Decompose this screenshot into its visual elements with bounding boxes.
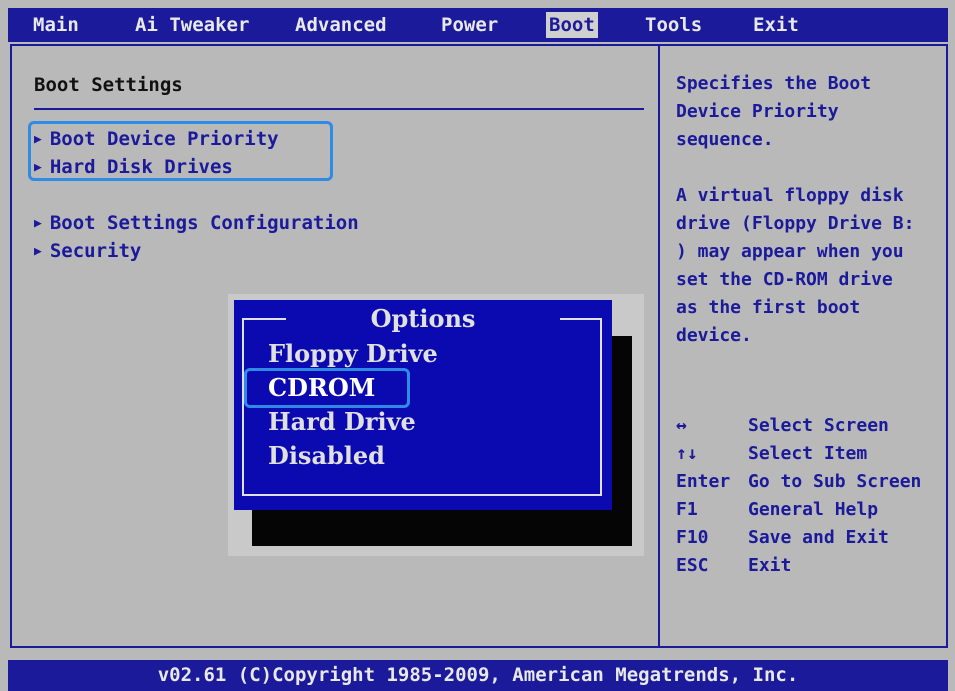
menu-tab-boot[interactable]: Boot bbox=[546, 12, 598, 38]
menu-entry-label: Security bbox=[49, 240, 142, 262]
submenu-arrow-icon: ▶ bbox=[34, 216, 42, 231]
security-item[interactable]: ▶ Security bbox=[34, 238, 141, 264]
key-description: Select Screen bbox=[748, 415, 889, 436]
menu-tab-exit[interactable]: Exit bbox=[750, 12, 802, 38]
bios-screen: Main Ai Tweaker Advanced Power Boot Tool… bbox=[0, 0, 955, 691]
top-menu-bar: Main Ai Tweaker Advanced Power Boot Tool… bbox=[8, 8, 948, 42]
section-title: Boot Settings bbox=[34, 74, 183, 96]
menu-entry-label: Boot Settings Configuration bbox=[49, 212, 359, 234]
key-description: General Help bbox=[748, 499, 879, 520]
menu-tab-main[interactable]: Main bbox=[30, 12, 82, 38]
key-description: Select Item bbox=[748, 443, 868, 464]
option-disabled[interactable]: Disabled bbox=[268, 440, 385, 472]
option-hard-drive[interactable]: Hard Drive bbox=[268, 406, 416, 438]
key-label: F1 bbox=[676, 499, 698, 520]
section-divider bbox=[34, 108, 644, 110]
highlight-box bbox=[28, 121, 333, 181]
menu-tab-tools[interactable]: Tools bbox=[642, 12, 705, 38]
option-floppy-drive[interactable]: Floppy Drive bbox=[268, 338, 438, 370]
menu-tab-ai-tweaker[interactable]: Ai Tweaker bbox=[132, 12, 252, 38]
key-label: ESC bbox=[676, 555, 709, 576]
key-description: Go to Sub Screen bbox=[748, 471, 922, 492]
copyright-footer: v02.61 (C)Copyright 1985-2009, American … bbox=[8, 660, 948, 691]
menu-tab-advanced[interactable]: Advanced bbox=[292, 12, 390, 38]
key-description: Exit bbox=[748, 555, 792, 576]
help-description: Specifies the Boot Device Priority seque… bbox=[676, 73, 915, 346]
submenu-arrow-icon: ▶ bbox=[34, 244, 42, 259]
key-label: Enter bbox=[676, 471, 731, 492]
key-label: F10 bbox=[676, 527, 709, 548]
key-label: ↔ bbox=[676, 415, 687, 436]
menu-tab-power[interactable]: Power bbox=[438, 12, 501, 38]
selected-option-highlight bbox=[244, 368, 410, 408]
key-description: Save and Exit bbox=[748, 527, 889, 548]
key-label: ↑↓ bbox=[676, 443, 698, 464]
boot-settings-configuration-item[interactable]: ▶ Boot Settings Configuration bbox=[34, 210, 359, 236]
popup-title: Options bbox=[370, 304, 476, 333]
help-panel: Specifies the Boot Device Priority seque… bbox=[658, 44, 948, 648]
options-popup: Options Floppy Drive CDROM Hard Drive Di… bbox=[234, 300, 612, 510]
